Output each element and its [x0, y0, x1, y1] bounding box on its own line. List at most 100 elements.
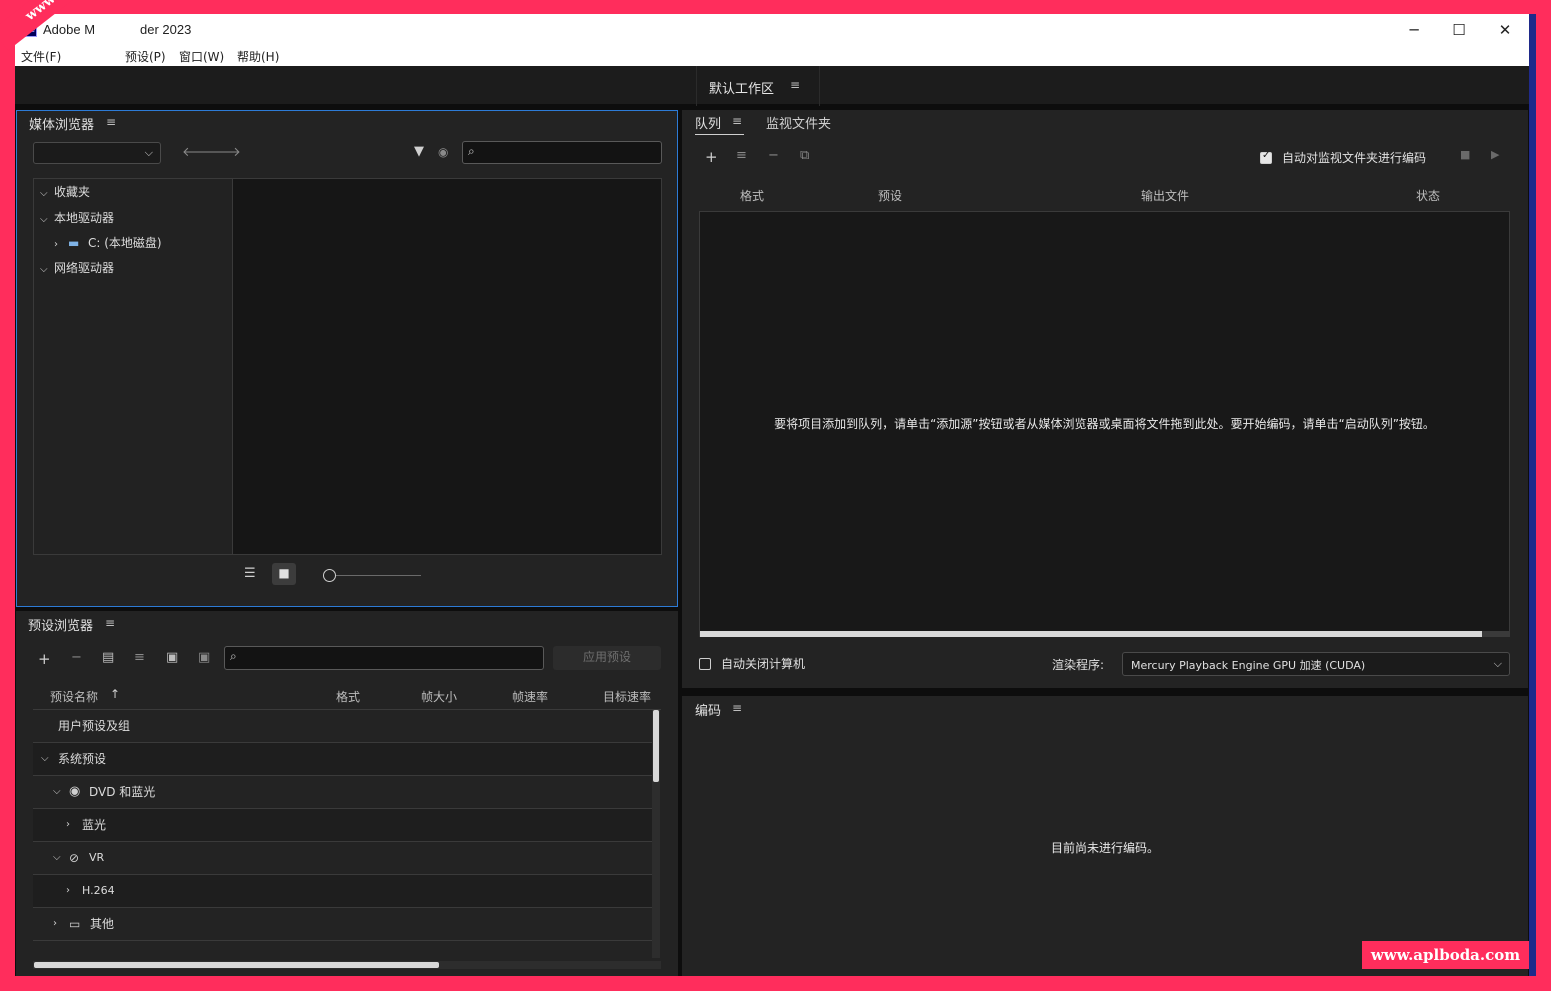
duplicate-icon[interactable]: ⧉ — [800, 148, 809, 163]
menu-preset[interactable]: 预设(P) — [125, 48, 166, 65]
sort-ascending-icon[interactable]: ↑ — [110, 687, 120, 701]
preset-row-user-presets[interactable]: 用户预设及组 — [33, 710, 652, 743]
zoom-slider-track[interactable] — [336, 575, 421, 576]
chevron-down-icon[interactable]: ⌵ — [53, 776, 67, 808]
menu-bar: 文件(F) 预设(P) 窗口(W) 帮助(H) — [15, 46, 1529, 66]
renderer-value: Mercury Playback Engine GPU 加速 (CUDA) — [1131, 659, 1366, 672]
queue-settings-icon[interactable]: ≡ — [736, 148, 747, 163]
chevron-down-icon: ⌵ — [1493, 657, 1502, 670]
check-icon: ✓ — [1262, 150, 1271, 161]
maximize-icon: ☐ — [1452, 21, 1466, 39]
tree-item-favorites[interactable]: ⌵ 收藏夹 — [40, 183, 90, 200]
import-preset-icon[interactable]: ▣ — [166, 650, 178, 665]
media-search-input[interactable]: ⌕ — [462, 141, 662, 164]
chevron-down-icon[interactable]: ⌵ — [40, 188, 54, 199]
preset-row-bluray[interactable]: › 蓝光 — [33, 809, 652, 842]
remove-preset-icon[interactable]: − — [71, 650, 82, 665]
eye-icon[interactable]: ◉ — [438, 145, 448, 159]
chevron-right-icon[interactable]: › — [53, 908, 67, 940]
filter-icon[interactable]: ▼ — [414, 144, 424, 159]
col-queue-preset[interactable]: 预设 — [878, 187, 902, 204]
preset-row-label: 其他 — [90, 917, 115, 931]
workspace-bar: 默认工作区 ≡ — [15, 66, 1529, 106]
tree-item-local-drives[interactable]: ⌵ 本地驱动器 — [40, 209, 114, 226]
preset-settings-icon[interactable]: ≡ — [134, 650, 145, 665]
auto-encode-checkbox[interactable]: ✓ — [1260, 150, 1272, 164]
minimize-button[interactable]: ─ — [1391, 14, 1437, 46]
close-window-button[interactable]: ✕ — [1482, 14, 1528, 46]
chevron-down-icon[interactable]: ⌵ — [40, 214, 54, 225]
preset-row-other[interactable]: › ▭ 其他 — [33, 908, 652, 941]
col-preset-name[interactable]: 预设名称 — [50, 688, 98, 705]
preset-vertical-scroll-thumb[interactable] — [653, 710, 659, 782]
workspace-menu-icon[interactable]: ≡ — [790, 78, 800, 92]
auto-encode-label: 自动对监视文件夹进行编码 — [1282, 151, 1427, 165]
window-title-left: Adobe M — [43, 22, 96, 37]
media-browser-title: 媒体浏览器 — [29, 118, 95, 133]
chevron-down-icon[interactable]: ⌵ — [41, 743, 55, 775]
chevron-down-icon: ⌵ — [144, 146, 153, 159]
preset-row-label: 用户预设及组 — [58, 719, 131, 733]
preset-row-system-presets[interactable]: ⌵ 系统预设 — [33, 743, 652, 776]
col-frame-size[interactable]: 帧大小 — [421, 688, 457, 705]
tree-item-label: 本地驱动器 — [54, 211, 115, 225]
col-format[interactable]: 格式 — [336, 688, 360, 705]
start-queue-icon[interactable]: ▶ — [1491, 148, 1499, 161]
tab-queue[interactable]: 队列 ≡ — [695, 113, 744, 135]
preset-row-h264[interactable]: › H.264 — [33, 875, 652, 908]
chevron-down-icon[interactable]: ⌵ — [53, 842, 67, 874]
chevron-right-icon[interactable]: › — [66, 809, 80, 841]
shutdown-checkbox[interactable] — [699, 658, 711, 670]
preset-row-vr[interactable]: ⌵ ⊘ VR — [33, 842, 652, 875]
preset-row-dvd-bluray[interactable]: ⌵ ◉ DVD 和蓝光 — [33, 776, 652, 809]
preset-row-label: 系统预设 — [58, 752, 107, 766]
maximize-button[interactable]: ☐ — [1436, 14, 1482, 46]
preset-vertical-scrollbar[interactable] — [652, 710, 660, 958]
menu-window[interactable]: 窗口(W) — [179, 48, 224, 65]
encoding-menu-icon[interactable]: ≡ — [732, 701, 742, 715]
menu-help[interactable]: 帮助(H) — [237, 48, 279, 65]
apply-preset-button[interactable]: 应用预设 — [553, 646, 661, 670]
zoom-slider-handle[interactable] — [323, 569, 336, 582]
menu-file[interactable]: 文件(F) — [21, 48, 61, 65]
col-target-rate[interactable]: 目标速率 — [603, 688, 651, 705]
new-group-icon[interactable]: ▤ — [102, 650, 114, 665]
col-queue-format[interactable]: 格式 — [740, 187, 764, 204]
icon-view-icon[interactable]: ■ — [272, 563, 296, 585]
queue-horizontal-scroll-thumb[interactable] — [700, 631, 1482, 637]
add-source-icon[interactable]: + — [705, 148, 718, 166]
queue-drop-area[interactable]: 要将项目添加到队列，请单击“添加源”按钮或者从媒体浏览器或桌面将文件拖到此处。要… — [699, 211, 1510, 637]
search-icon: ⌕ — [230, 649, 237, 663]
preset-list: 用户预设及组 ⌵ 系统预设 ⌵ ◉ DVD 和蓝光 › 蓝光 ⌵ ⊘ VR › — [33, 709, 661, 958]
window-edge-strip — [1529, 14, 1536, 976]
stop-queue-icon[interactable]: ■ — [1460, 148, 1470, 161]
preset-horizontal-scrollbar[interactable] — [33, 961, 661, 969]
forward-arrow-icon[interactable]: 🡒 — [206, 144, 241, 160]
workspace-tab-default[interactable]: 默认工作区 ≡ — [696, 66, 820, 106]
preset-row-label: 蓝光 — [82, 818, 107, 832]
preset-horizontal-scroll-thumb[interactable] — [34, 962, 439, 968]
queue-horizontal-scrollbar[interactable] — [700, 631, 1509, 637]
media-browser-menu-icon[interactable]: ≡ — [106, 115, 116, 129]
chevron-right-icon[interactable]: › — [54, 239, 68, 250]
export-preset-icon[interactable]: ▣ — [198, 650, 210, 665]
add-preset-icon[interactable]: + — [38, 650, 51, 668]
preset-search-input[interactable]: ⌕ — [224, 646, 544, 670]
col-frame-rate[interactable]: 帧速率 — [512, 688, 548, 705]
media-content-area[interactable] — [233, 178, 662, 555]
close-icon: ✕ — [1498, 21, 1512, 39]
renderer-dropdown[interactable]: Mercury Playback Engine GPU 加速 (CUDA) ⌵ — [1122, 652, 1510, 676]
vr-headset-icon: ⊘ — [69, 851, 80, 865]
chevron-down-icon[interactable]: ⌵ — [40, 264, 54, 275]
preset-browser-menu-icon[interactable]: ≡ — [105, 616, 115, 630]
col-queue-status[interactable]: 状态 — [1416, 187, 1440, 204]
list-view-icon[interactable]: ☰ — [244, 566, 256, 581]
tab-watch-folders[interactable]: 监视文件夹 — [766, 113, 831, 132]
tree-item-network-drives[interactable]: ⌵ 网络驱动器 — [40, 259, 114, 276]
remove-item-icon[interactable]: − — [768, 148, 779, 163]
tree-item-drive-c[interactable]: › ▬ C: (本地磁盘) — [54, 234, 162, 251]
chevron-right-icon[interactable]: › — [66, 875, 80, 907]
col-queue-output[interactable]: 输出文件 — [1141, 187, 1189, 204]
location-dropdown[interactable]: ⌵ — [33, 142, 161, 164]
queue-menu-icon[interactable]: ≡ — [732, 114, 742, 128]
